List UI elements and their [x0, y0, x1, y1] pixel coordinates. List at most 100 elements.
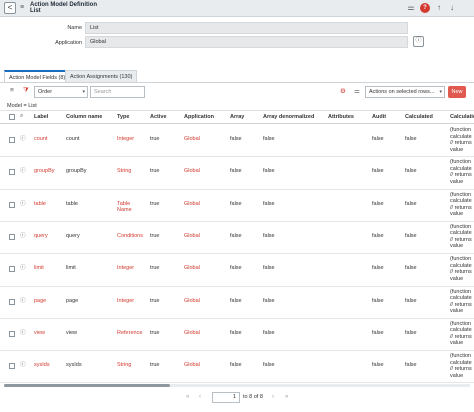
- cell-active: true: [150, 233, 160, 240]
- row-info-icon[interactable]: ⓘ: [20, 330, 26, 337]
- cell-active: true: [150, 329, 160, 336]
- last-page-icon[interactable]: »: [285, 394, 288, 400]
- column-header-calculated[interactable]: Calculated: [405, 114, 433, 120]
- column-header-array-denormalized[interactable]: Array denormalized: [263, 114, 314, 120]
- row-info-icon[interactable]: ⓘ: [20, 265, 26, 272]
- row-checkbox[interactable]: [9, 266, 15, 273]
- name-field[interactable]: List: [85, 22, 408, 34]
- cell-application[interactable]: Global: [184, 265, 200, 272]
- search-input[interactable]: Search: [90, 86, 145, 98]
- column-header-active[interactable]: Active: [150, 114, 167, 120]
- row-divider: [0, 350, 474, 352]
- cell-array: false: [230, 200, 242, 207]
- previous-page-icon[interactable]: ‹: [199, 394, 201, 400]
- cell-array-denormalized: false: [263, 362, 275, 369]
- column-header-calculation[interactable]: Calculation: [450, 114, 474, 120]
- breadcrumb[interactable]: Model = List: [7, 103, 37, 109]
- gear-icon[interactable]: ⚙: [340, 87, 346, 95]
- horizontal-scrollbar-thumb[interactable]: [4, 384, 170, 387]
- row-checkbox[interactable]: [9, 363, 15, 370]
- page-subtitle: List: [30, 8, 41, 14]
- cell-type: String: [117, 362, 132, 369]
- tab-action-assignments[interactable]: Action Assignments (130): [65, 70, 138, 82]
- column-header-array[interactable]: Array: [230, 114, 244, 120]
- back-button[interactable]: <: [4, 2, 16, 14]
- cell-label[interactable]: query: [34, 233, 48, 240]
- row-checkbox[interactable]: [9, 201, 15, 208]
- page-number-input[interactable]: 1: [212, 392, 240, 403]
- search-icon[interactable]: ⌕: [20, 113, 23, 120]
- cell-application[interactable]: Global: [184, 136, 200, 143]
- cell-label[interactable]: table: [34, 201, 46, 208]
- cell-column-name: sysIds: [66, 362, 82, 369]
- select-all-checkbox[interactable]: [9, 114, 15, 120]
- row-info-icon[interactable]: ⓘ: [20, 298, 26, 305]
- search-field-select[interactable]: Order ▾: [34, 86, 88, 98]
- context-menu-icon[interactable]: ≡: [20, 4, 24, 11]
- cell-application[interactable]: Global: [184, 233, 200, 240]
- row-info-icon[interactable]: ⓘ: [20, 168, 26, 175]
- cell-application[interactable]: Global: [184, 330, 200, 337]
- next-page-icon[interactable]: ›: [272, 394, 274, 400]
- cell-array: false: [230, 168, 242, 175]
- column-header-column-name[interactable]: Column name: [66, 114, 102, 120]
- cell-column-name: page: [66, 297, 79, 304]
- filter-icon[interactable]: ⧩: [23, 87, 29, 95]
- row-checkbox[interactable]: [9, 298, 15, 305]
- cell-calculation-line: value: [450, 178, 464, 185]
- column-header-type[interactable]: Type: [117, 114, 129, 120]
- row-checkbox[interactable]: [9, 234, 15, 241]
- first-page-icon[interactable]: «: [186, 394, 189, 400]
- name-label: Name: [67, 25, 82, 31]
- info-icon[interactable]: ⓘ: [413, 36, 424, 47]
- row-divider: [0, 285, 474, 287]
- list-menu-icon[interactable]: ≡: [10, 87, 14, 94]
- chevron-down-icon: ▾: [439, 89, 442, 95]
- row-checkbox[interactable]: [9, 330, 15, 337]
- up-arrow-icon[interactable]: ↑: [434, 3, 444, 13]
- cell-calculation-line: // returns: [450, 172, 472, 179]
- application-field[interactable]: Global: [85, 36, 408, 48]
- personalize-icon[interactable]: ⚌: [354, 87, 360, 95]
- row-info-icon[interactable]: ⓘ: [20, 362, 26, 369]
- row-checkbox[interactable]: [9, 169, 15, 176]
- cell-label[interactable]: count: [34, 136, 47, 143]
- cell-application[interactable]: Global: [184, 362, 200, 369]
- row-checkbox[interactable]: [9, 137, 15, 144]
- cell-label[interactable]: groupBy: [34, 168, 55, 175]
- cell-type: Reference: [117, 329, 143, 336]
- cell-application[interactable]: Global: [184, 201, 200, 208]
- help-icon[interactable]: ?: [420, 3, 430, 13]
- column-header-attributes[interactable]: Attributes: [328, 114, 354, 120]
- cell-calculated: false: [405, 329, 417, 336]
- cell-label[interactable]: view: [34, 330, 45, 337]
- column-header-label[interactable]: Label: [34, 114, 48, 120]
- app-header: < ≡ Action Model Definition List ⚌ ? ↑ ↓: [0, 0, 474, 17]
- settings-sliders-icon[interactable]: ⚌: [406, 3, 416, 13]
- cell-array-denormalized: false: [263, 136, 275, 143]
- cell-audit: false: [372, 200, 384, 207]
- cell-calculation: (function calculate// returns value: [450, 192, 474, 218]
- cell-label[interactable]: limit: [34, 265, 44, 272]
- row-info-icon[interactable]: ⓘ: [20, 201, 26, 208]
- cell-application[interactable]: Global: [184, 168, 200, 175]
- row-info-icon[interactable]: ⓘ: [20, 136, 26, 143]
- cell-label[interactable]: sysIds: [34, 362, 50, 369]
- cell-calculation-line: // returns: [450, 366, 472, 373]
- cell-array: false: [230, 297, 242, 304]
- actions-select[interactable]: Actions on selected rows... ▾: [365, 86, 445, 98]
- down-arrow-icon[interactable]: ↓: [447, 3, 457, 13]
- cell-calculation-line: (function: [450, 159, 472, 166]
- cell-calculation-line: calculate: [450, 198, 472, 205]
- row-info-icon[interactable]: ⓘ: [20, 233, 26, 240]
- cell-application[interactable]: Global: [184, 298, 200, 305]
- column-header-audit[interactable]: Audit: [372, 114, 386, 120]
- tab-action-model-fields[interactable]: Action Model Fields (8): [4, 70, 71, 82]
- column-header-application[interactable]: Application: [184, 114, 214, 120]
- cell-calculation-line: (function: [450, 353, 472, 360]
- cell-label[interactable]: page: [34, 298, 46, 305]
- new-button[interactable]: New: [448, 86, 466, 98]
- cell-calculation-line: value: [450, 308, 464, 314]
- breadcrumb-divider: [0, 110, 474, 111]
- cell-audit: false: [372, 265, 384, 272]
